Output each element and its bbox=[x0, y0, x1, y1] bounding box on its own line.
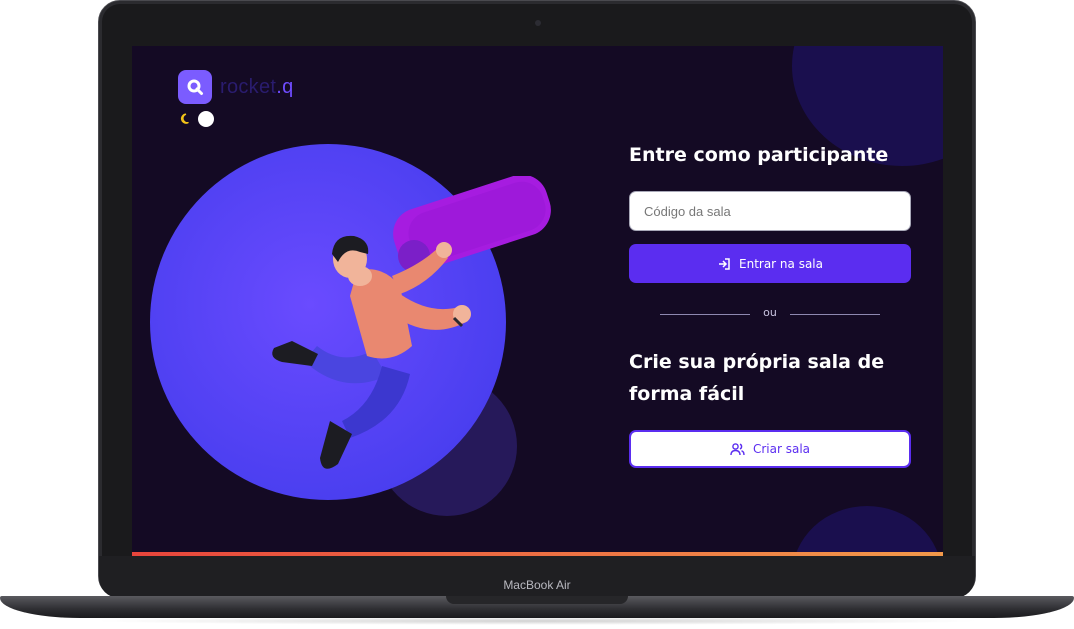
logo-text: rocket.q bbox=[220, 76, 294, 99]
create-room-button[interactable]: Criar sala bbox=[629, 430, 911, 468]
toggle-knob[interactable] bbox=[198, 111, 214, 127]
app-screen: rocket.q Entre como participante Código … bbox=[132, 46, 943, 556]
floating-card bbox=[393, 176, 551, 272]
device-label: MacBook Air bbox=[503, 578, 571, 592]
camera-icon bbox=[535, 20, 541, 26]
person-legs bbox=[272, 341, 410, 469]
join-title: Entre como participante bbox=[629, 144, 889, 166]
or-divider: ou bbox=[660, 306, 880, 322]
users-icon bbox=[730, 443, 745, 456]
divider-line-right bbox=[790, 314, 880, 315]
laptop-shadow bbox=[90, 617, 984, 625]
room-code-input[interactable] bbox=[629, 191, 911, 231]
moon-icon bbox=[180, 113, 189, 124]
create-title: Crie sua própria sala de forma fácil bbox=[629, 351, 885, 405]
magnifier-icon bbox=[187, 79, 203, 95]
logo-suffix: .q bbox=[276, 76, 294, 98]
decorative-circle-bottom-right bbox=[792, 506, 942, 556]
sign-in-icon bbox=[719, 257, 730, 270]
divider-text: ou bbox=[763, 306, 777, 319]
hero-illustration bbox=[272, 176, 551, 469]
enter-room-label: Entrar na sala bbox=[739, 256, 823, 271]
enter-room-button[interactable]: Entrar na sala bbox=[629, 244, 911, 283]
logo-word: rocket bbox=[220, 76, 277, 98]
theme-toggle[interactable] bbox=[180, 110, 216, 128]
logo-mark bbox=[178, 70, 212, 104]
laptop-base-notch bbox=[446, 596, 628, 604]
create-room-label: Criar sala bbox=[752, 442, 811, 456]
